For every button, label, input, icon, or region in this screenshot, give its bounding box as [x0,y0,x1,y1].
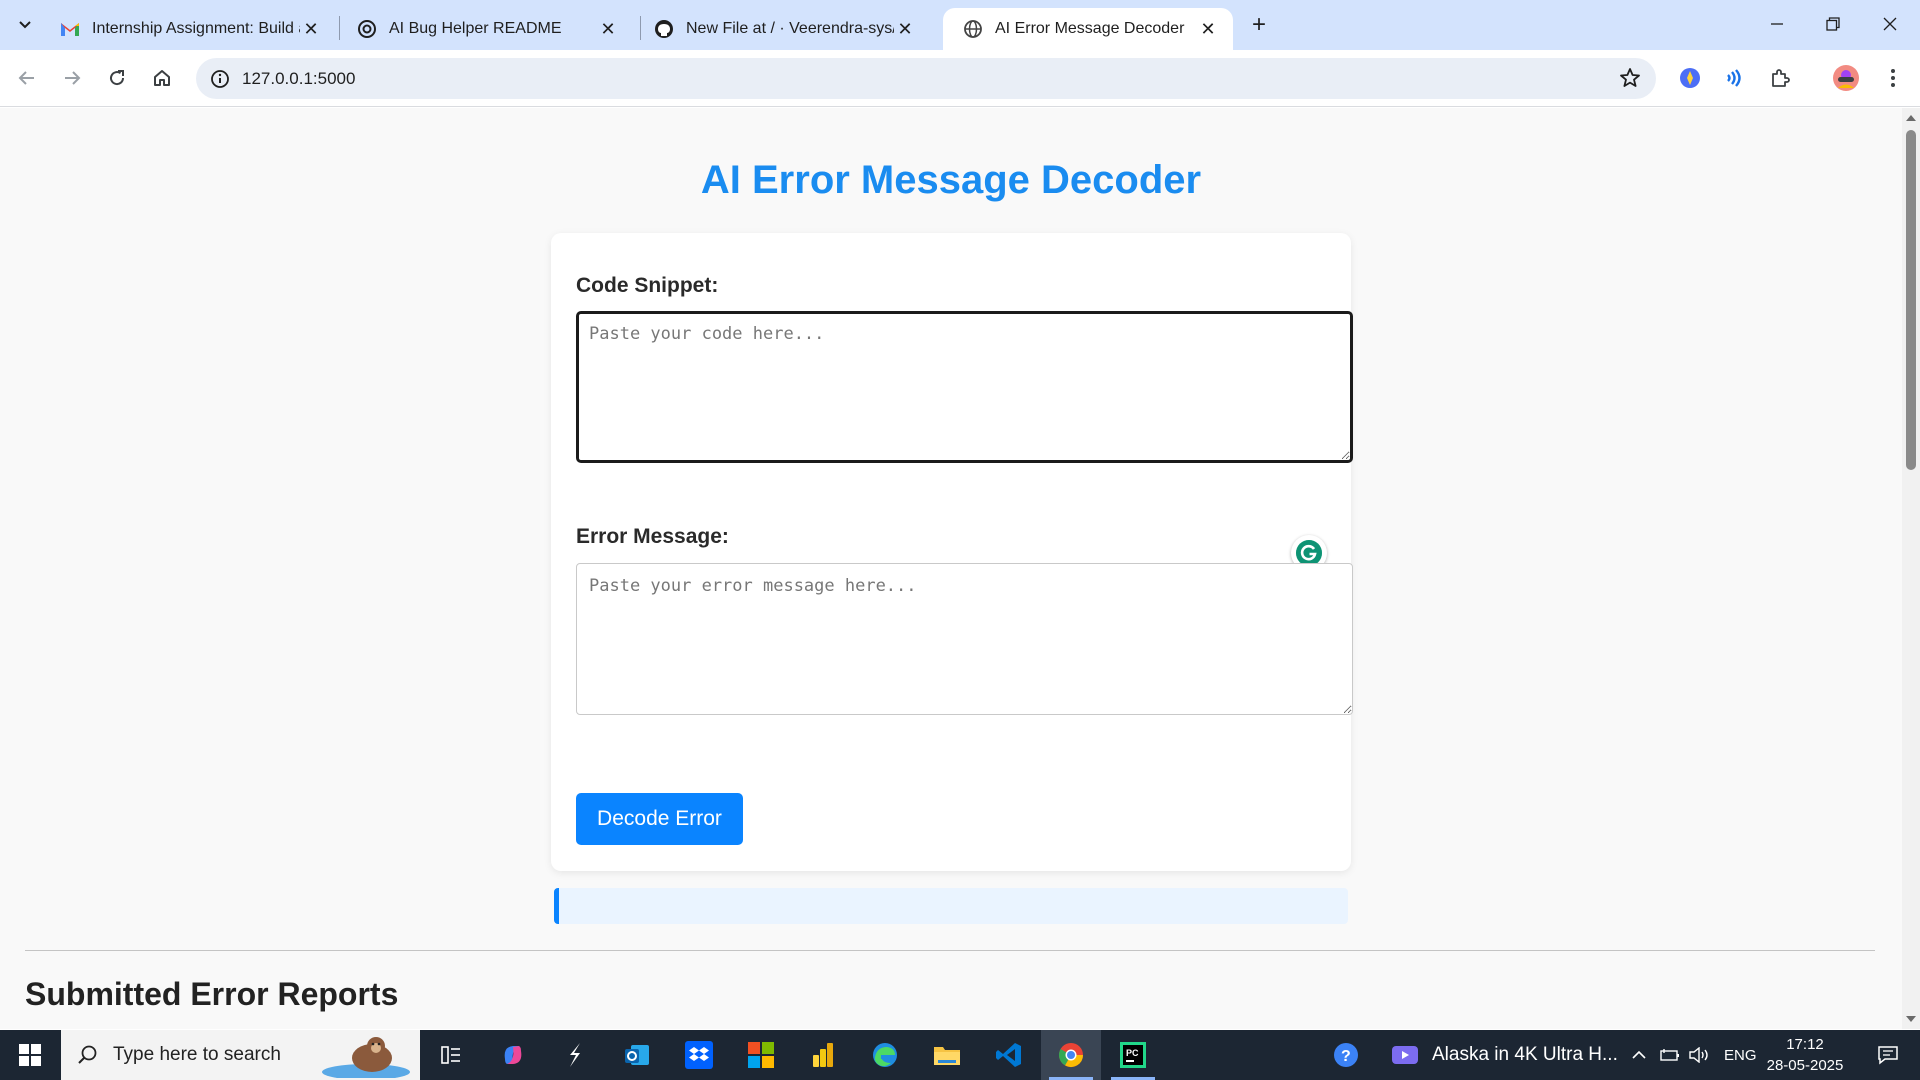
tab-gmail[interactable]: Internship Assignment: Build a T ✕ [40,8,336,50]
close-icon[interactable]: ✕ [597,18,619,40]
close-icon[interactable]: ✕ [300,18,322,40]
menu-kebab-icon[interactable] [1875,60,1911,96]
forward-button[interactable] [54,60,90,96]
scroll-up-arrow-icon[interactable] [1902,110,1920,126]
close-window-button[interactable] [1862,0,1918,48]
minimize-button[interactable] [1749,0,1805,48]
profile-avatar[interactable] [1828,60,1864,96]
github-icon [654,19,674,39]
tab-ai-error-decoder[interactable]: AI Error Message Decoder ✕ [943,8,1233,50]
tab-title: New File at / · Veerendra-sys/M [686,20,894,37]
code-snippet-input[interactable] [576,311,1353,463]
extension-rocket-icon[interactable] [1672,60,1708,96]
taskbar-search-box[interactable]: Type here to search [61,1030,420,1080]
stripe-s-icon[interactable] [545,1030,605,1080]
clock-time: 17:12 [1786,1036,1824,1053]
page-scrollbar[interactable] [1902,108,1920,1029]
media-title: Alaska in 4K Ultra H... [1432,1044,1618,1065]
start-button[interactable] [0,1030,60,1080]
task-view-icon[interactable] [421,1030,481,1080]
address-bar[interactable]: 127.0.0.1:5000 [196,58,1656,99]
search-icon [78,1045,97,1064]
vscode-icon[interactable] [979,1030,1039,1080]
reload-button[interactable] [99,60,135,96]
copilot-icon[interactable] [483,1030,543,1080]
decoder-form-card: Code Snippet: Error Message: Decode Erro… [551,233,1353,871]
edge-icon[interactable] [855,1030,915,1080]
otter-illustration-icon [322,1037,410,1078]
media-widget[interactable]: Alaska in 4K Ultra H... [1392,1030,1618,1080]
scroll-down-arrow-icon[interactable] [1902,1011,1920,1027]
scroll-thumb[interactable] [1906,130,1916,470]
section-divider [25,950,1875,951]
reload-icon [110,70,125,86]
new-tab-button[interactable]: + [1245,11,1273,39]
video-play-icon [1392,1046,1418,1064]
arrow-right-icon [65,71,81,85]
file-explorer-icon[interactable] [917,1030,977,1080]
search-placeholder: Type here to search [113,1044,281,1065]
volume-icon[interactable] [1689,1030,1711,1080]
outlook-icon[interactable] [607,1030,667,1080]
error-message-input[interactable] [576,563,1353,715]
tab-github[interactable]: New File at / · Veerendra-sys/M ✕ [634,8,930,50]
minimize-icon [1771,23,1783,25]
home-button[interactable] [144,60,180,96]
tab-title: AI Error Message Decoder [995,20,1185,37]
tab-title: AI Bug Helper README [389,20,562,37]
power-bi-icon[interactable] [793,1030,853,1080]
tab-chatgpt[interactable]: AI Bug Helper README ✕ [337,8,633,50]
chevron-down-icon [19,21,31,29]
chrome-icon[interactable] [1041,1030,1101,1080]
error-message-label: Error Message: [576,525,729,548]
page-viewport: AI Error Message Decoder Code Snippet: E… [0,108,1902,1029]
gmail-icon [60,19,80,39]
back-button[interactable] [9,60,45,96]
restore-icon [1826,17,1840,31]
svg-text:?: ? [1341,1048,1351,1065]
submitted-reports-heading: Submitted Error Reports [25,976,399,1012]
arrow-left-icon [18,71,34,85]
restore-button[interactable] [1805,0,1861,48]
windows-taskbar: Type here to search PC ? Alaska in 4K Ul… [0,1030,1920,1080]
home-icon [154,70,170,86]
close-icon[interactable]: ✕ [894,18,916,40]
decode-error-button[interactable]: Decode Error [576,793,743,845]
language-indicator[interactable]: ENG [1724,1030,1757,1080]
system-clock[interactable]: 17:12 28-05-2025 [1760,1034,1850,1076]
browser-toolbar: 127.0.0.1:5000 [0,50,1920,107]
tab-strip: Internship Assignment: Build a T ✕ AI Bu… [0,0,1920,50]
notifications-icon[interactable] [1860,1030,1916,1080]
chatgpt-icon [357,19,377,39]
help-icon[interactable]: ? [1318,1030,1374,1080]
tab-title: Internship Assignment: Build a T [92,20,300,37]
globe-icon [963,19,983,39]
dropbox-icon[interactable] [669,1030,729,1080]
tray-chevron-icon[interactable] [1632,1030,1646,1080]
result-output-box [554,888,1348,924]
bookmark-star-icon[interactable] [1618,66,1642,90]
clock-date: 28-05-2025 [1766,1057,1844,1074]
extensions-puzzle-icon[interactable] [1762,60,1798,96]
windows-logo-icon [19,1044,41,1066]
svg-text:PC: PC [1126,1048,1139,1058]
microsoft-store-icon[interactable] [731,1030,791,1080]
battery-icon[interactable] [1660,1030,1680,1080]
code-snippet-label: Code Snippet: [576,274,719,297]
extension-audio-icon[interactable] [1716,60,1752,96]
page-title: AI Error Message Decoder [700,158,1202,202]
url-text: 127.0.0.1:5000 [242,68,356,88]
pycharm-icon[interactable]: PC [1103,1030,1163,1080]
close-icon [1883,17,1897,31]
close-icon[interactable]: ✕ [1197,18,1219,40]
tab-search-button[interactable] [11,11,39,39]
site-info-icon[interactable] [208,67,232,91]
